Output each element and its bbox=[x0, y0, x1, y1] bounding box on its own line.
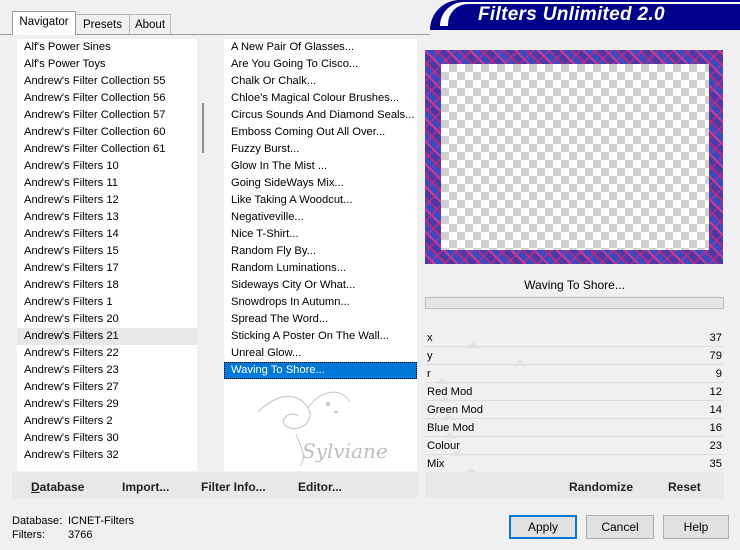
progress-bar bbox=[425, 297, 724, 309]
filter-list-item[interactable]: Glow In The Mist ... bbox=[224, 158, 417, 175]
category-list-item[interactable]: Alf's Power Toys bbox=[17, 56, 197, 73]
category-list-item[interactable]: Andrew's Filter Collection 55 bbox=[17, 73, 197, 90]
watermark-signature: Sylviane bbox=[257, 391, 388, 467]
category-scrollbar[interactable] bbox=[197, 39, 211, 471]
parameter-value: 9 bbox=[715, 368, 722, 380]
category-list-item[interactable]: Andrew's Filters 30 bbox=[17, 430, 197, 447]
filters-count-value: 3766 bbox=[68, 529, 93, 541]
parameter-label: x bbox=[427, 332, 433, 344]
filters-count-label: Filters: bbox=[12, 529, 45, 541]
filter-list-item[interactable]: Random Luminations... bbox=[224, 260, 417, 277]
parameter-slider-mix[interactable]: Mix 35 bbox=[425, 455, 724, 474]
category-list-items: Alf's Power Sines Alf's Power Toys Andrew'… bbox=[17, 39, 197, 464]
filter-list-item[interactable]: Nice T-Shirt... bbox=[224, 226, 417, 243]
filter-list-item[interactable]: Going SideWays Mix... bbox=[224, 175, 417, 192]
reset-button[interactable]: Reset bbox=[668, 480, 701, 494]
database-status-value: ICNET-Filters bbox=[68, 515, 134, 527]
parameter-slider-r[interactable]: r9 bbox=[425, 365, 724, 384]
category-list-item[interactable]: Andrew's Filters 29 bbox=[17, 396, 197, 413]
filter-list-item[interactable]: Are You Going To Cisco... bbox=[224, 56, 417, 73]
tab-about[interactable]: About bbox=[129, 14, 171, 34]
category-list-item[interactable]: Andrew's Filters 1 bbox=[17, 294, 197, 311]
parameter-panel: x 37 y 79 r 9 Red Mod 12 Green Mod 14 Blue Mod 16 Co… bbox=[425, 329, 724, 474]
help-button[interactable]: Help bbox=[663, 515, 729, 539]
parameter-value: 79 bbox=[709, 350, 722, 362]
app-title: Filters Unlimited 2.0 bbox=[478, 4, 665, 25]
category-list-item[interactable]: Andrew's Filters 2 bbox=[17, 413, 197, 430]
filter-list-item[interactable]: Like Taking A Woodcut... bbox=[224, 192, 417, 209]
filter-list-item[interactable]: Unreal Glow... bbox=[224, 345, 417, 362]
category-list-item[interactable]: Andrew's Filters 18 bbox=[17, 277, 197, 294]
parameter-label: Mix bbox=[427, 458, 445, 470]
database-button[interactable]: Database bbox=[31, 480, 84, 494]
filter-list-item[interactable]: Chloe's Magical Colour Brushes... bbox=[224, 90, 417, 107]
category-list-item[interactable]: Andrew's Filter Collection 61 bbox=[17, 141, 197, 158]
title-banner: Filters Unlimited 2.0 bbox=[430, 0, 740, 30]
category-list-item[interactable]: Andrew's Filters 15 bbox=[17, 243, 197, 260]
filter-list-item[interactable]: Sideways City Or What... bbox=[224, 277, 417, 294]
filter-info-button[interactable]: Filter Info... bbox=[201, 480, 266, 494]
parameter-value: 37 bbox=[709, 332, 722, 344]
parameter-slider-y[interactable]: y 79 bbox=[425, 347, 724, 366]
cancel-button[interactable]: Cancel bbox=[586, 515, 654, 539]
category-list-item[interactable]: Andrew's Filters 23 bbox=[17, 362, 197, 379]
database-toolbar: Database Import... Filter Info... Editor… bbox=[12, 472, 418, 498]
category-list-item[interactable]: Andrew's Filters 14 bbox=[17, 226, 197, 243]
category-list-item[interactable]: Andrew's Filters 11 bbox=[17, 175, 197, 192]
category-list-item[interactable]: Andrew's Filter Collection 57 bbox=[17, 107, 197, 124]
category-list[interactable]: Alf's Power Sines Alf's Power Toys Andrew'… bbox=[17, 39, 197, 471]
category-list-item[interactable]: Andrew's Filters 13 bbox=[17, 209, 197, 226]
editor-button[interactable]: Editor... bbox=[298, 480, 342, 494]
filter-list-item[interactable]: Waving To Shore... bbox=[224, 362, 417, 379]
parameter-value: 12 bbox=[709, 386, 722, 398]
database-status-label: Database: bbox=[12, 515, 63, 527]
filter-list-item[interactable]: Snowdrops In Autumn... bbox=[224, 294, 417, 311]
filter-list-item[interactable]: A New Pair Of Glasses... bbox=[224, 39, 417, 56]
parameter-label: y bbox=[427, 350, 433, 362]
preview-image bbox=[425, 50, 723, 264]
selected-filter-title: Waving To Shore... bbox=[524, 278, 625, 292]
parameter-label: r bbox=[427, 368, 431, 380]
parameter-slider-green-mod[interactable]: Green Mod 14 bbox=[425, 401, 724, 420]
parameter-value: 23 bbox=[709, 440, 722, 452]
import-button[interactable]: Import... bbox=[122, 480, 169, 494]
transparent-area bbox=[441, 64, 709, 250]
category-list-item[interactable]: Andrew's Filters 20 bbox=[17, 311, 197, 328]
category-list-item[interactable]: Andrew's Filters 27 bbox=[17, 379, 197, 396]
apply-button[interactable]: Apply bbox=[509, 515, 577, 539]
category-list-item[interactable]: Andrew's Filters 32 bbox=[17, 447, 197, 464]
category-list-item[interactable]: Alf's Power Sines bbox=[17, 39, 197, 56]
filter-list-item[interactable]: Emboss Coming Out All Over... bbox=[224, 124, 417, 141]
randomize-button[interactable]: Randomize bbox=[569, 480, 633, 494]
parameter-value: 35 bbox=[709, 458, 722, 470]
filter-list-item[interactable]: Negativeville... bbox=[224, 209, 417, 226]
parameter-slider-colour[interactable]: Colour 23 bbox=[425, 437, 724, 456]
filter-list-items: A New Pair Of Glasses... Are You Going To… bbox=[224, 39, 417, 379]
parameter-toolbar: Randomize Reset bbox=[425, 472, 724, 498]
filter-list-item[interactable]: Spread The Word... bbox=[224, 311, 417, 328]
filter-list-item[interactable]: Chalk Or Chalk... bbox=[224, 73, 417, 90]
category-list-item[interactable]: Andrew's Filters 10 bbox=[17, 158, 197, 175]
watermark-text: Sylviane bbox=[302, 439, 388, 463]
parameter-slider-blue-mod[interactable]: Blue Mod 16 bbox=[425, 419, 724, 438]
filter-list-item[interactable]: Circus Sounds And Diamond Seals... bbox=[224, 107, 417, 124]
filter-list-item[interactable]: Fuzzy Burst... bbox=[224, 141, 417, 158]
category-list-item[interactable]: Andrew's Filters 21 bbox=[17, 328, 197, 345]
parameter-slider-red-mod[interactable]: Red Mod 12 bbox=[425, 383, 724, 402]
filter-list-item[interactable]: Sticking A Poster On The Wall... bbox=[224, 328, 417, 345]
category-list-item[interactable]: Andrew's Filters 17 bbox=[17, 260, 197, 277]
tab-presets[interactable]: Presets bbox=[75, 14, 130, 34]
parameter-value: 14 bbox=[709, 404, 722, 416]
parameter-slider-x[interactable]: x 37 bbox=[425, 329, 724, 348]
category-list-item[interactable]: Andrew's Filter Collection 60 bbox=[17, 124, 197, 141]
parameter-value: 16 bbox=[709, 422, 722, 434]
category-list-item[interactable]: Andrew's Filter Collection 56 bbox=[17, 90, 197, 107]
category-list-item[interactable]: Andrew's Filters 12 bbox=[17, 192, 197, 209]
category-scroll-thumb[interactable] bbox=[202, 103, 204, 153]
filter-list-item[interactable]: Random Fly By... bbox=[224, 243, 417, 260]
category-list-item[interactable]: Andrew's Filters 22 bbox=[17, 345, 197, 362]
tab-navigator[interactable]: Navigator bbox=[12, 11, 76, 35]
